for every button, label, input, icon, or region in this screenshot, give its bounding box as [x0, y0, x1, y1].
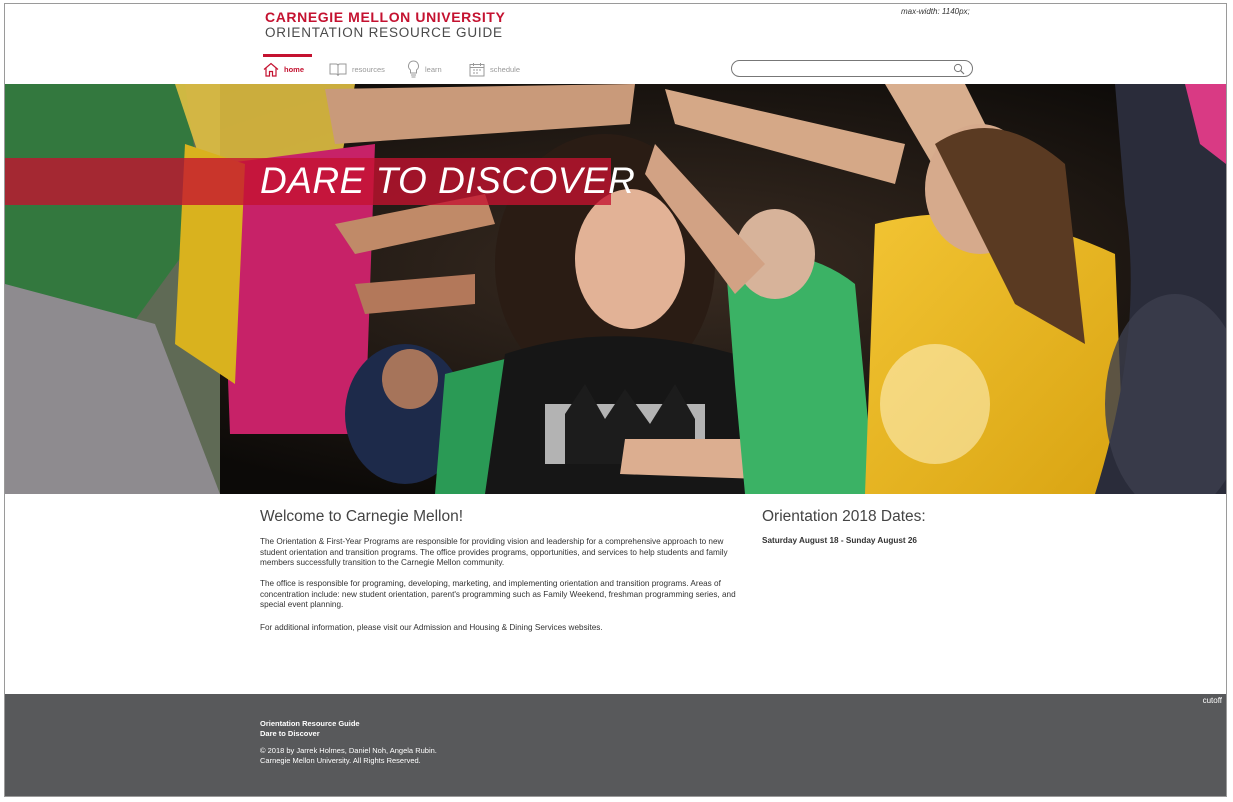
nav-schedule-label: schedule — [490, 64, 521, 74]
search-icon[interactable] — [953, 63, 965, 75]
lightbulb-icon — [408, 60, 419, 78]
nav-resources-label: resources — [352, 64, 385, 74]
intro-paragraph: The Orientation & First-Year Programs ar… — [260, 537, 728, 567]
dates-range: Saturday August 18 - Sunday August 26 — [762, 536, 917, 545]
search-box[interactable] — [731, 60, 973, 77]
page-frame: CARNEGIE MELLON UNIVERSITY ORIENTATION R… — [4, 3, 1227, 797]
footer-titles: Orientation Resource Guide Dare to Disco… — [260, 719, 360, 738]
nav-home[interactable]: home — [263, 54, 313, 84]
calendar-icon — [469, 62, 485, 76]
nav-learn[interactable]: learn — [407, 54, 442, 84]
nav-schedule[interactable]: schedule — [469, 54, 520, 84]
dates-heading: Orientation 2018 Dates: — [762, 508, 926, 525]
site-subtitle[interactable]: ORIENTATION RESOURCE GUIDE — [265, 25, 503, 40]
hero-image: DARE TO DISCOVER — [5, 84, 1226, 494]
footer-authors: © 2018 by Jarrek Holmes, Daniel Noh, Ang… — [260, 746, 437, 755]
search-input[interactable] — [740, 62, 954, 77]
footer-copyright: © 2018 by Jarrek Holmes, Daniel Noh, Ang… — [260, 746, 437, 765]
responsibilities-paragraph: The office is responsible for programing… — [260, 579, 736, 609]
nav-learn-label: learn — [425, 64, 442, 74]
footer-tagline: Dare to Discover — [260, 728, 320, 738]
book-icon — [329, 63, 347, 76]
nav-home-label: home — [284, 64, 305, 74]
footer-rights: Carnegie Mellon University. All Rights R… — [260, 755, 421, 765]
home-icon — [263, 62, 279, 77]
welcome-heading: Welcome to Carnegie Mellon! — [260, 508, 464, 525]
width-note: max-width: 1140px; — [901, 7, 970, 16]
footer: cutoff Orientation Resource Guide Dare t… — [5, 694, 1226, 796]
footer-site-name: Orientation Resource Guide — [260, 719, 360, 728]
hero-photo — [5, 84, 1226, 494]
hero-headline: DARE TO DISCOVER — [260, 160, 636, 201]
university-title[interactable]: CARNEGIE MELLON UNIVERSITY — [265, 9, 505, 25]
nav-resources[interactable]: resources — [329, 54, 385, 84]
additional-info-paragraph: For additional information, please visit… — [260, 623, 603, 632]
cutoff-label: cutoff — [1202, 696, 1222, 705]
